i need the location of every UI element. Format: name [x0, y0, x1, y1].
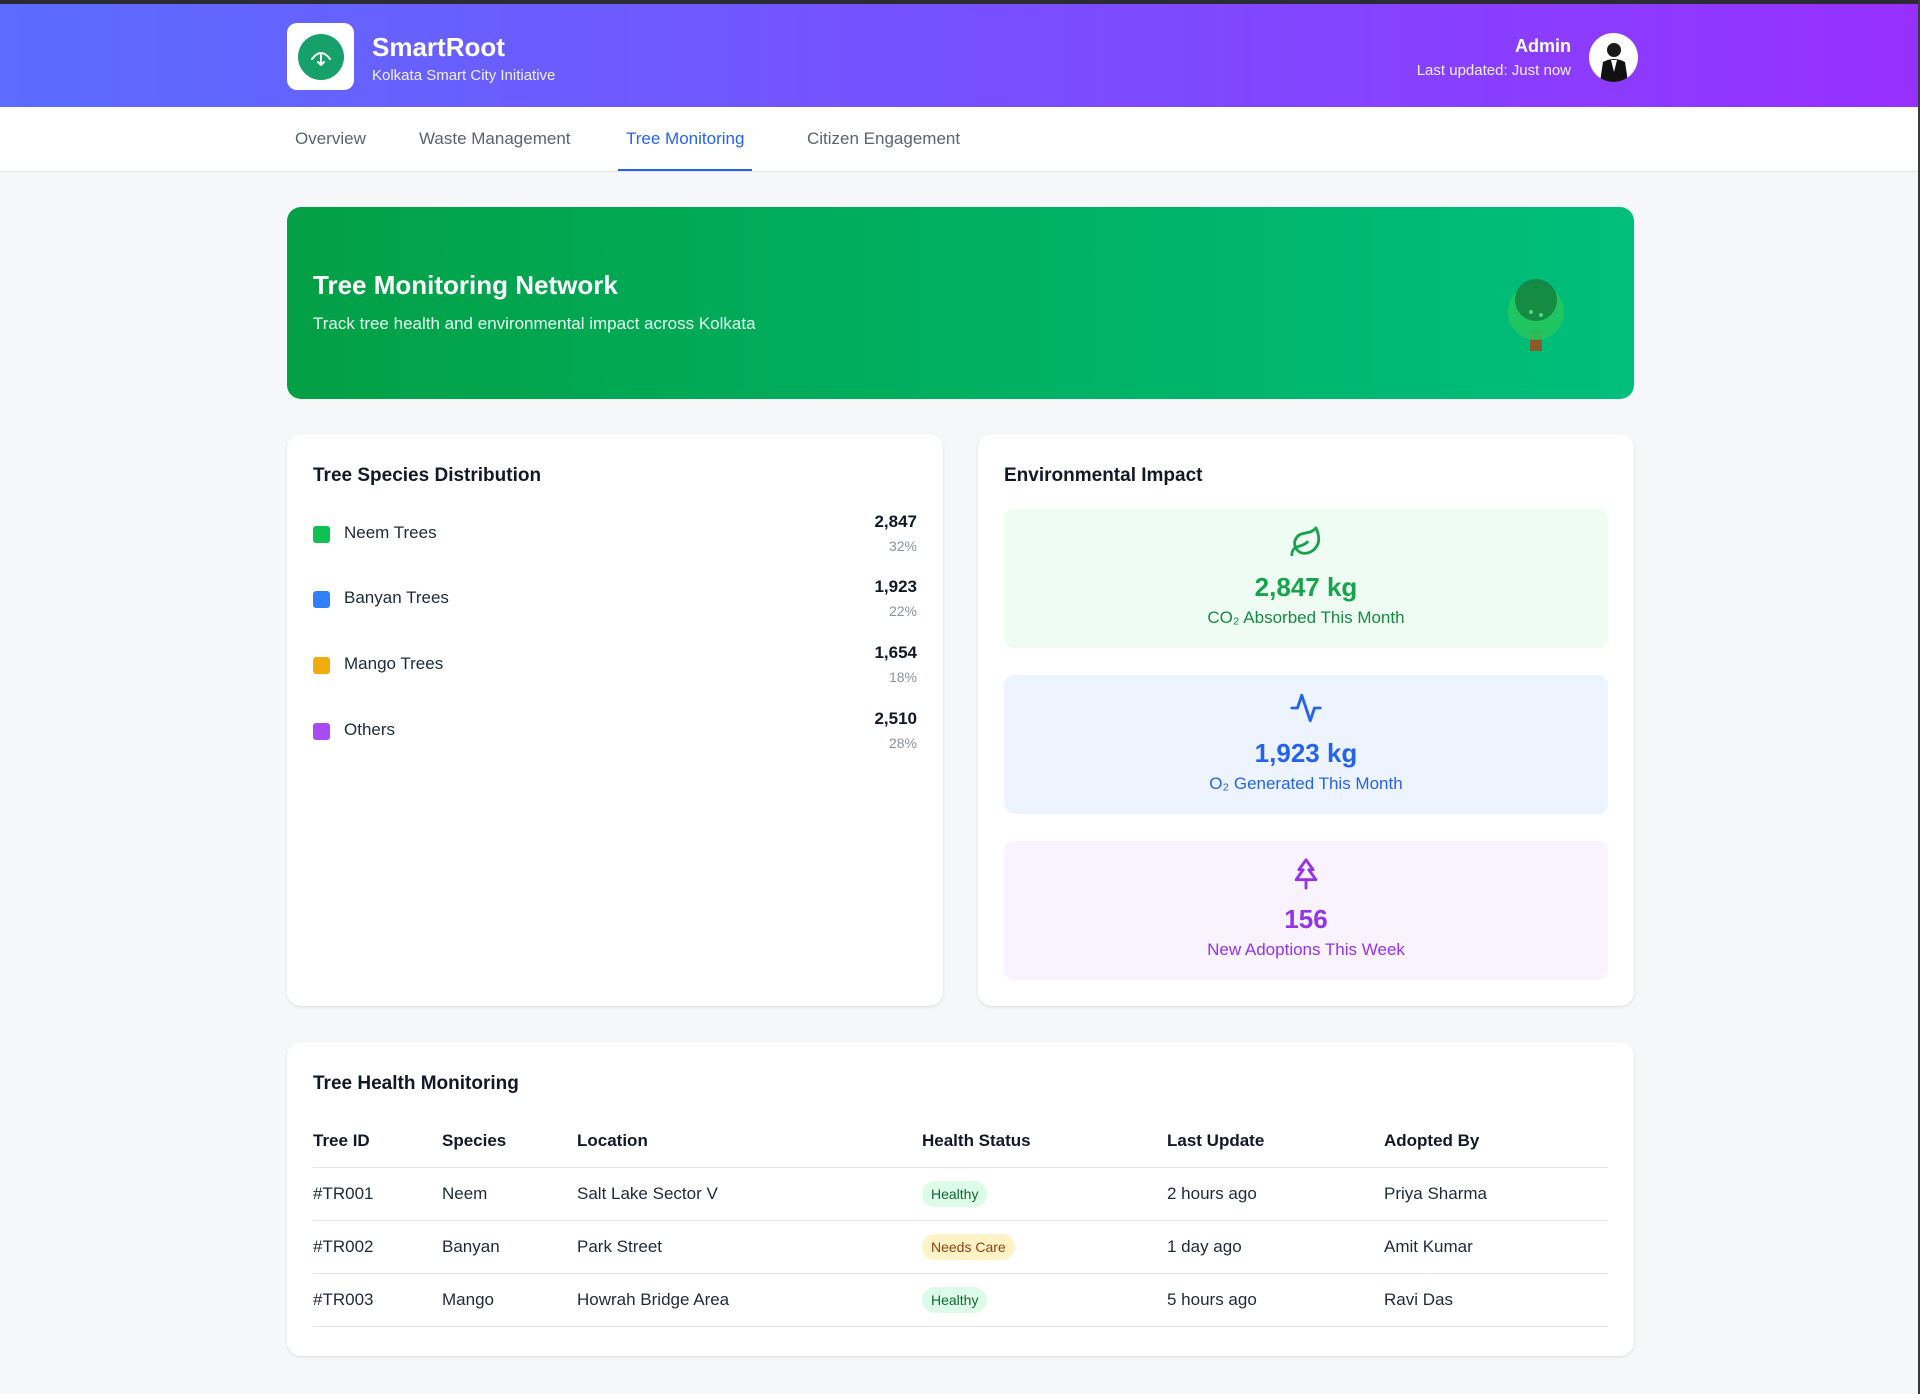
health-status-cell: Healthy — [922, 1273, 1167, 1327]
app-header: SmartRoot Kolkata Smart City Initiative … — [0, 4, 1918, 107]
species-cell: Neem — [442, 1167, 577, 1221]
species-percent: 22% — [888, 603, 917, 619]
hero-banner: Tree Monitoring Network Track tree healt… — [287, 207, 1634, 399]
tree-health-card: Tree Health Monitoring Tree ID Species L… — [287, 1042, 1634, 1356]
table-row[interactable]: #TR001 Neem Salt Lake Sector V Healthy 2… — [313, 1167, 1608, 1221]
tab-citizen-engagement[interactable]: Citizen Engagement — [799, 107, 968, 171]
tree-id-cell: #TR002 — [313, 1220, 442, 1274]
status-badge: Needs Care — [922, 1233, 1015, 1260]
species-label: Neem Trees — [344, 523, 437, 542]
tab-tree-monitoring[interactable]: Tree Monitoring — [618, 107, 753, 171]
adopted-by-cell: Priya Sharma — [1384, 1167, 1608, 1221]
impact-card-title: Environmental Impact — [1004, 465, 1203, 486]
column-header-health-status[interactable]: Health Status — [922, 1115, 1167, 1168]
last-updated: Last updated: Just now — [1416, 62, 1571, 79]
species-count: 2,510 — [874, 709, 917, 728]
health-status-cell: Healthy — [922, 1167, 1167, 1221]
environmental-impact-card: Environmental Impact 2,847 kg CO₂ Absorb… — [978, 434, 1634, 1006]
last-update-cell: 1 day ago — [1167, 1220, 1384, 1274]
tree-outline-icon — [1004, 857, 1608, 891]
species-cell: Mango — [442, 1273, 577, 1327]
column-header-last-update[interactable]: Last Update — [1167, 1115, 1384, 1168]
impact-label: New Adoptions This Week — [1207, 940, 1405, 959]
impact-value: 156 — [1284, 904, 1328, 934]
species-swatch — [313, 657, 330, 674]
species-item-others: Others 2,510 28% — [313, 709, 917, 759]
health-status-cell: Needs Care — [922, 1220, 1167, 1274]
avatar[interactable] — [1589, 33, 1638, 82]
table-header-row: Tree ID Species Location Health Status L… — [313, 1115, 1608, 1168]
location-cell: Salt Lake Sector V — [577, 1167, 922, 1221]
status-badge: Healthy — [922, 1180, 988, 1207]
app-name: SmartRoot — [372, 32, 505, 62]
last-update-cell: 5 hours ago — [1167, 1273, 1384, 1327]
species-count: 1,654 — [874, 643, 917, 662]
status-badge: Healthy — [922, 1286, 988, 1313]
co2-absorbed-stat: 2,847 kg CO₂ Absorbed This Month — [1004, 509, 1608, 648]
species-distribution-card: Tree Species Distribution Neem Trees 2,8… — [287, 434, 943, 1006]
tab-overview[interactable]: Overview — [287, 107, 374, 171]
species-percent: 28% — [888, 735, 917, 751]
app-logo[interactable] — [287, 23, 354, 90]
tree-id-cell: #TR001 — [313, 1167, 442, 1221]
species-item-mango: Mango Trees 1,654 18% — [313, 643, 917, 693]
species-percent: 18% — [888, 669, 917, 685]
hero-title: Tree Monitoring Network — [313, 270, 618, 300]
species-label: Mango Trees — [344, 654, 444, 673]
species-swatch — [313, 526, 330, 543]
species-count: 1,923 — [874, 577, 917, 596]
activity-icon — [1004, 691, 1608, 725]
species-label: Banyan Trees — [344, 588, 449, 607]
tree-icon — [1505, 275, 1567, 364]
leaf-icon — [1004, 525, 1608, 559]
user-name: Admin — [1515, 36, 1571, 56]
health-card-title: Tree Health Monitoring — [313, 1073, 519, 1094]
table-row[interactable]: #TR002 Banyan Park Street Needs Care 1 d… — [313, 1220, 1608, 1274]
last-update-cell: 2 hours ago — [1167, 1167, 1384, 1221]
impact-value: 1,923 kg — [1254, 738, 1358, 768]
species-label: Others — [344, 720, 396, 739]
tab-bar: Overview Waste Management Tree Monitorin… — [0, 107, 1918, 172]
species-card-title: Tree Species Distribution — [313, 465, 542, 486]
location-cell: Howrah Bridge Area — [577, 1273, 922, 1327]
logo-icon — [297, 33, 344, 80]
species-count: 2,847 — [874, 512, 917, 531]
column-header-adopted-by[interactable]: Adopted By — [1384, 1115, 1608, 1168]
adopted-by-cell: Amit Kumar — [1384, 1220, 1608, 1274]
location-cell: Park Street — [577, 1220, 922, 1274]
column-header-tree-id[interactable]: Tree ID — [313, 1115, 442, 1168]
adopted-by-cell: Ravi Das — [1384, 1273, 1608, 1327]
species-item-neem: Neem Trees 2,847 32% — [313, 512, 917, 562]
species-cell: Banyan — [442, 1220, 577, 1274]
table-row[interactable]: #TR003 Mango Howrah Bridge Area Healthy … — [313, 1273, 1608, 1327]
tree-id-cell: #TR003 — [313, 1273, 442, 1327]
species-swatch — [313, 723, 330, 740]
new-adoptions-stat: 156 New Adoptions This Week — [1004, 841, 1608, 980]
hero-subtitle: Track tree health and environmental impa… — [313, 314, 756, 333]
species-swatch — [313, 591, 330, 608]
impact-label: CO₂ Absorbed This Month — [1207, 608, 1405, 627]
column-header-location[interactable]: Location — [577, 1115, 922, 1168]
tab-waste-management[interactable]: Waste Management — [411, 107, 579, 171]
tree-health-table: Tree ID Species Location Health Status L… — [313, 1115, 1608, 1327]
o2-generated-stat: 1,923 kg O₂ Generated This Month — [1004, 675, 1608, 814]
impact-label: O₂ Generated This Month — [1209, 774, 1403, 793]
column-header-species[interactable]: Species — [442, 1115, 577, 1168]
species-percent: 32% — [888, 538, 917, 554]
species-item-banyan: Banyan Trees 1,923 22% — [313, 577, 917, 627]
impact-value: 2,847 kg — [1254, 572, 1358, 602]
app-subtitle: Kolkata Smart City Initiative — [372, 67, 556, 84]
